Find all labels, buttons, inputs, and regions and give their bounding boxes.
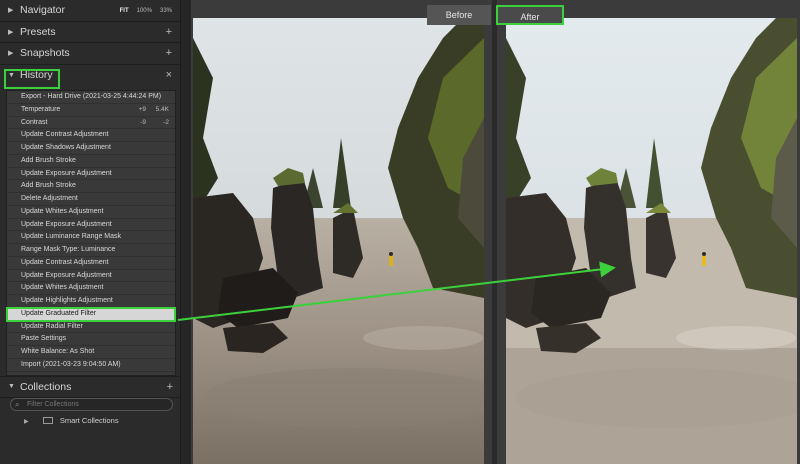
annotation-arrow [177,261,616,321]
lightroom-develop-window: ▶ Navigator FIT 100% 33% ▶ Presets + ▶ S… [0,0,800,464]
